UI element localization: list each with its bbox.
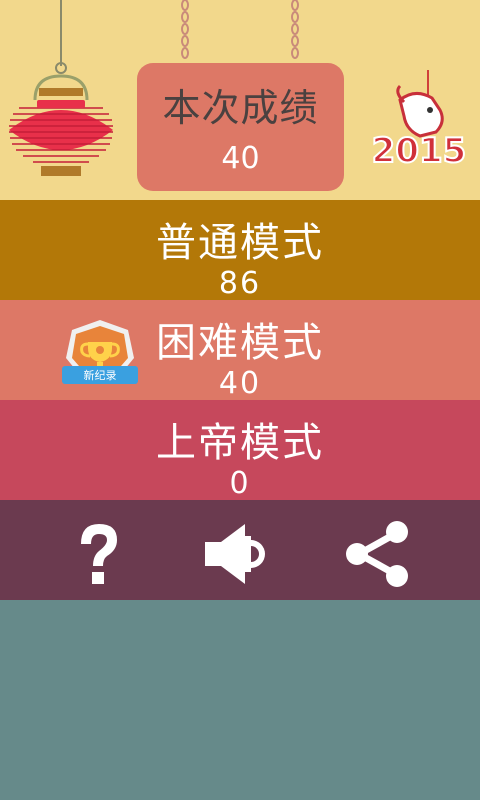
current-score-value: 40: [221, 141, 260, 176]
year-2015-goat-badge: 2015: [371, 70, 467, 172]
chain-left-decoration: [181, 0, 189, 59]
question-mark-icon[interactable]: [63, 518, 135, 590]
mode-god-title: 上帝模式: [156, 420, 324, 466]
header: 本次成绩 40 2015: [0, 0, 480, 200]
mode-normal-title: 普通模式: [156, 220, 324, 266]
mode-normal-row[interactable]: 普通模式 86: [0, 200, 480, 301]
bottom-toolbar: [0, 500, 480, 600]
mode-normal-score: 86: [218, 266, 262, 301]
current-score-label: 本次成绩: [162, 86, 319, 130]
lantern-icon: [9, 0, 113, 176]
new-record-label: 新纪录: [84, 368, 117, 382]
current-score-card: 本次成绩 40: [137, 63, 344, 191]
year-2015-text: 2015: [372, 131, 467, 171]
mode-god-score: 0: [229, 466, 251, 501]
new-record-trophy-badge: 新纪录: [62, 320, 138, 384]
mode-god-row[interactable]: 上帝模式 0: [0, 400, 480, 501]
chain-right-decoration: [291, 0, 299, 59]
bottom-empty-area: [0, 600, 480, 800]
share-icon[interactable]: [343, 518, 415, 590]
speaker-icon[interactable]: [203, 518, 275, 590]
